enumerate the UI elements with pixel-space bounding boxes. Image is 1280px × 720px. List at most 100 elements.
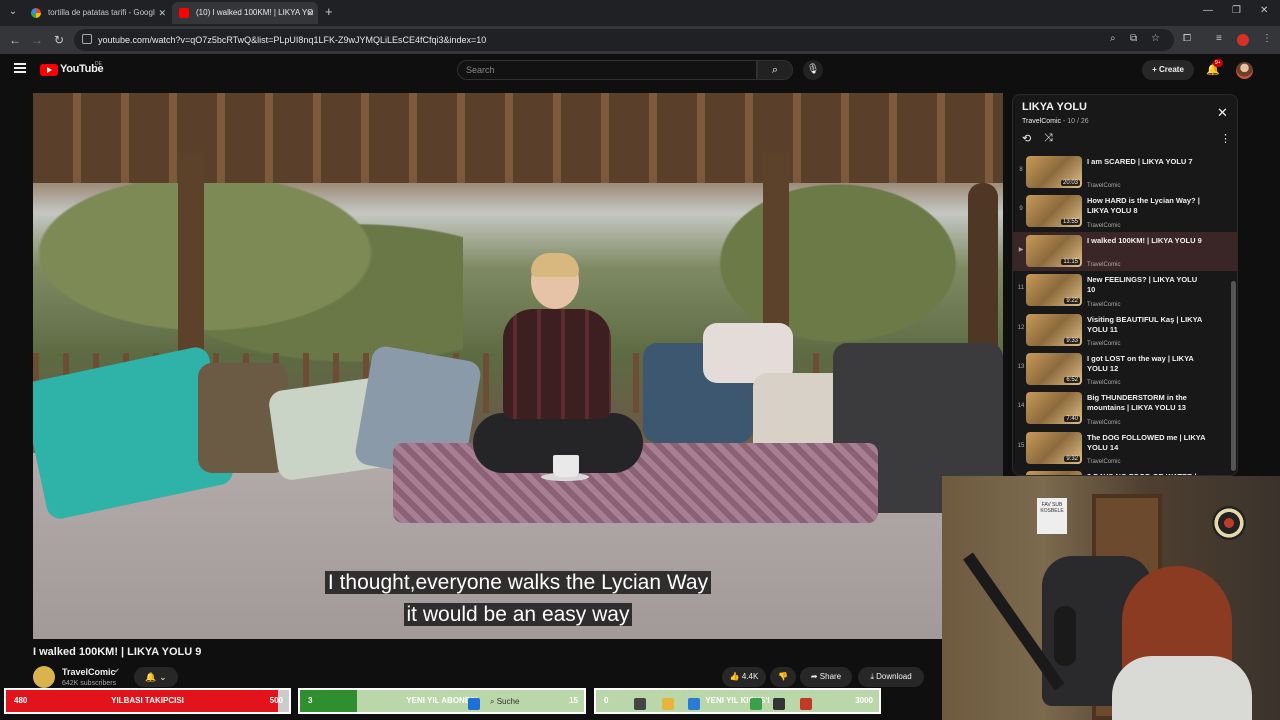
media-icon[interactable]: ≡ [1216,33,1222,44]
playlist-item[interactable]: 13 6:52 I got LOST on the way | LIKYA YOLU… [1013,350,1237,389]
playlist-item[interactable]: 14 7:40 Big THUNDERSTORM in the mountains … [1013,389,1237,428]
playlist-item-thumbnail[interactable]: 9:22 [1026,274,1082,307]
playlist-item[interactable]: ▶ 11:15 I walked 100KM! | LIKYA YOLU 9 Trav… [1013,231,1237,272]
close-tab-icon[interactable]: ✕ [306,2,314,24]
tab-search-icon[interactable]: ⌄ [6,5,20,19]
browser-toolbar: ← → ↻ youtube.com/watch?v=qO7z5bcRTwQ&li… [0,26,1280,54]
playlist-item-title[interactable]: New FEELINGS? | LIKYA YOLU 10 [1087,275,1207,295]
file-explorer-icon[interactable] [662,698,674,710]
chevron-down-icon: ⌄ [159,672,167,682]
youtube-favicon-icon [179,8,189,18]
forward-icon[interactable]: → [31,33,43,47]
playlist-item-channel: TravelComic [1087,301,1121,308]
video-title: I walked 100KM! | LIKYA YOLU 9 [33,646,202,658]
loop-icon[interactable]: ⟲ [1022,132,1031,145]
search-button[interactable]: ⌕ [757,60,793,80]
playlist-item-title[interactable]: How HARD is the Lycian Way? | LIKYA YOLU… [1087,196,1207,216]
playlist-item-thumbnail[interactable]: 9:32 [1026,431,1082,464]
webcam-overlay: FAV SUB KOSBELE [942,476,1280,720]
download-button[interactable]: ⤓ Download [858,667,924,687]
hamburger-menu-icon[interactable] [14,63,26,73]
playlist-item-thumbnail[interactable]: 11:15 [1026,234,1082,267]
playlist-item-title[interactable]: I am SCARED | LIKYA YOLU 7 [1087,157,1207,167]
app-icon[interactable] [800,698,812,710]
playlist-item-thumbnail[interactable]: 20:03 [1026,156,1082,188]
extensions-icon[interactable]: ⧠ [1183,33,1191,44]
maximize-icon[interactable]: ❐ [1232,5,1241,16]
playlist-item-title[interactable]: The DOG FOLLOWED me | LIKYA YOLU 14 [1087,433,1207,453]
close-playlist-icon[interactable]: ✕ [1217,105,1228,121]
taskbar-search-text: Suche [496,697,520,706]
url-text[interactable]: youtube.com/watch?v=qO7z5bcRTwQ&list=PLp… [98,29,486,51]
like-button[interactable]: 👍 4.4K [722,667,766,687]
playlist-item[interactable]: 11 9:22 New FEELINGS? | LIKYA YOLU 10 Trave… [1013,271,1237,310]
playlist-item-thumbnail[interactable]: 7:40 [1026,392,1082,425]
windows-start-icon[interactable] [468,698,480,710]
profile-extension-icon[interactable] [1237,34,1249,46]
goal-target: 3000 [855,696,873,705]
tab-title: tortilla de patatas tarifi - Googl [48,8,155,17]
playlist-panel: LIKYA YOLU TravelComic - 10 / 26 ✕ ⟲ ⤨ ⋮… [1012,94,1238,476]
taskbar-search-label[interactable]: ⌕ Suche [490,697,519,707]
playlist-item-title[interactable]: I walked 100KM! | LIKYA YOLU 9 [1087,236,1207,246]
thumbs-up-icon: 👍 [729,672,740,681]
minimize-icon[interactable]: — [1203,5,1213,16]
playlist-item-title[interactable]: Big THUNDERSTORM in the mountains | LIKY… [1087,393,1207,413]
goal-subscribers: YENI YIL ABONESI 3 15 [298,688,586,714]
new-tab-icon[interactable]: + [325,4,333,19]
subscribed-bell-button[interactable]: 🔔 ⌄ [134,667,178,687]
chrome-icon[interactable] [750,698,762,710]
tab-title: (10) I walked 100KM! | LIKYA YO [196,8,314,17]
playlist-channel[interactable]: TravelComic [1022,118,1061,125]
search-input[interactable]: Search [457,60,757,80]
video-player[interactable]: I thought,everyone walks the Lycian Way … [33,93,1003,639]
playlist-item-title[interactable]: I got LOST on the way | LIKYA YOLU 12 [1087,354,1207,374]
youtube-logo-icon[interactable] [40,64,58,76]
playlist-item-duration: 20:03 [1060,180,1080,186]
playlist-item[interactable]: 8 20:03 I am SCARED | LIKYA YOLU 7 TravelCo… [1013,153,1237,192]
shuffle-icon[interactable]: ⤨ [1044,132,1053,145]
playlist-item[interactable]: 3 DAYS NO FOOD OR WATER | [1013,468,1237,475]
close-window-icon[interactable]: ✕ [1260,5,1268,16]
playlist-item-channel: TravelComic [1087,222,1121,229]
browser-tabbar: ⌄ tortilla de patatas tarifi - Googl ✕ (… [0,0,1280,26]
tab-google[interactable]: tortilla de patatas tarifi - Googl ✕ [24,2,170,24]
goal-target: 15 [569,696,578,705]
playlist-item-thumbnail[interactable]: 9:33 [1026,313,1082,346]
channel-name[interactable]: TravelComic [62,667,116,677]
create-button[interactable]: + Create [1142,60,1194,80]
tab-youtube[interactable]: (10) I walked 100KM! | LIKYA YO ✕ [172,2,318,24]
obs-icon[interactable] [773,698,785,710]
store-icon[interactable] [688,698,700,710]
channel-avatar[interactable] [33,666,55,688]
share-button[interactable]: ➦ Share [800,667,852,687]
menu-dots-icon[interactable]: ⋮ [1262,33,1272,44]
playlist-item[interactable]: 9 13:55 How HARD is the Lycian Way? | LIKY… [1013,192,1237,231]
playlist-item-thumbnail[interactable]: 13:55 [1026,195,1082,228]
playlist-scrollbar[interactable] [1231,281,1236,471]
playlist-item-title[interactable]: Visiting BEAUTIFUL Kaş | LIKYA YOLU 11 [1087,315,1207,335]
search-icon: ⌕ [771,64,779,76]
close-tab-icon[interactable]: ✕ [158,2,166,24]
caption-text: I thought,everyone walks the Lycian Way [324,571,712,594]
site-info-icon[interactable] [82,34,92,44]
playlist-item[interactable]: 15 9:32 The DOG FOLLOWED me | LIKYA YOLU 1… [1013,429,1237,468]
task-view-icon[interactable] [634,698,646,710]
zoom-icon[interactable]: ⌕ [1110,33,1116,44]
playlist-item[interactable]: 12 9:33 Visiting BEAUTIFUL Kaş | LIKYA YOL… [1013,311,1237,350]
playlist-items: 8 20:03 I am SCARED | LIKYA YOLU 7 TravelCo… [1013,153,1237,475]
voice-search-icon[interactable]: 🎙 [803,60,823,80]
user-avatar[interactable] [1236,62,1253,79]
dislike-button[interactable]: 👎 [770,667,796,687]
playlist-title[interactable]: LIKYA YOLU [1022,101,1087,113]
cast-icon[interactable]: ⧉ [1130,33,1137,44]
back-icon[interactable]: ← [9,33,21,47]
more-options-icon[interactable]: ⋮ [1220,132,1231,145]
playlist-item-duration: 9:33 [1064,337,1080,344]
bookmark-star-icon[interactable]: ☆ [1151,33,1160,44]
reload-icon[interactable]: ↻ [54,33,64,47]
address-bar[interactable]: youtube.com/watch?v=qO7z5bcRTwQ&list=PLp… [74,29,1174,51]
goal-target: 500 [269,696,283,705]
playlist-item-thumbnail[interactable]: 6:52 [1026,352,1082,385]
search-icon: ⌕ [490,697,495,706]
